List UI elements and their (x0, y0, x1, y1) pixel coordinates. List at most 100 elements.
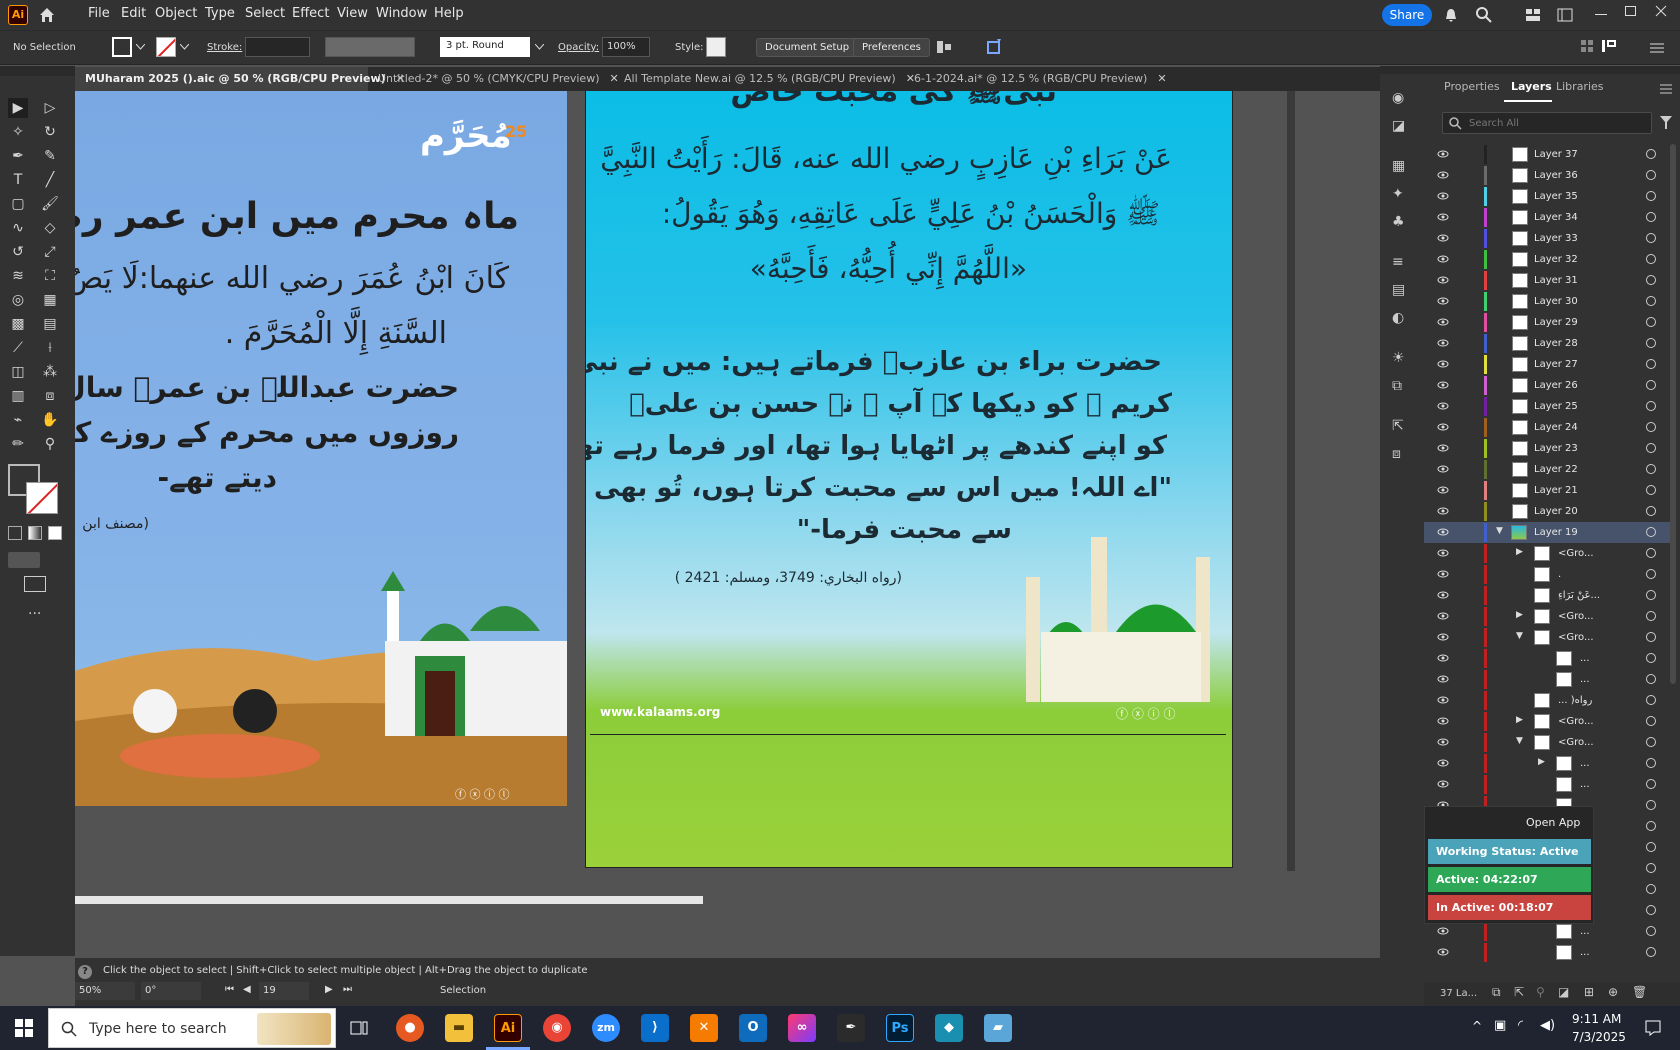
tray-wifi-icon[interactable]: ◜ (1518, 1018, 1523, 1033)
next-artboard-icon[interactable]: ▶ (325, 984, 333, 995)
panel-menu-icon[interactable] (1660, 84, 1672, 94)
sublayer-row[interactable]: ▶ <Gro... (1424, 543, 1672, 564)
curvature-tool-icon[interactable]: ✎ (40, 146, 60, 166)
gradient-panel-icon[interactable]: ▤ (1392, 282, 1412, 300)
sublayer-name[interactable]: <Gro... (1558, 737, 1594, 748)
tab-muharam-2025[interactable]: MUharam 2025 ().aic @ 50 % (RGB/CPU Prev… (75, 67, 405, 91)
target-icon[interactable] (1646, 842, 1656, 852)
tab-properties[interactable]: Properties (1444, 80, 1500, 93)
chevron-right-icon[interactable]: ▶ (1516, 715, 1523, 725)
layer-name[interactable]: Layer 20 (1534, 506, 1578, 517)
visibility-eye-icon[interactable] (1437, 337, 1449, 349)
visibility-eye-icon[interactable] (1437, 694, 1449, 706)
canvas-scrollbar-h[interactable] (75, 896, 703, 904)
menu-view[interactable]: View (337, 6, 368, 21)
layer-row[interactable]: Layer 24 (1424, 417, 1672, 438)
color-icon[interactable]: ◉ (1392, 90, 1412, 108)
sublayer-row[interactable]: ▼ <Gro... (1424, 732, 1672, 753)
visibility-eye-icon[interactable] (1437, 316, 1449, 328)
paintbrush-icon[interactable]: 🖌 (40, 194, 60, 214)
home-icon[interactable] (38, 6, 56, 24)
sublayer-row[interactable]: ▶ <Gro... (1424, 606, 1672, 627)
zoom-app-icon[interactable]: zm (592, 1014, 620, 1042)
sublayer-name[interactable]: <Gro... (1558, 716, 1594, 727)
tab-all-template-new[interactable]: All Template New.ai @ 12.5 % (RGB/CPU Pr… (614, 67, 915, 91)
arrange-panels-icon[interactable] (1580, 39, 1594, 53)
chevron-right-icon[interactable]: ▶ (1516, 547, 1523, 557)
sublayer-name[interactable]: ... (1580, 779, 1590, 790)
stroke-weight-input[interactable] (245, 37, 310, 57)
visibility-eye-icon[interactable] (1437, 505, 1449, 517)
website-link[interactable]: www.kalaams.org (600, 705, 720, 719)
visibility-eye-icon[interactable] (1437, 925, 1449, 937)
xampp-icon[interactable]: ✕ (690, 1014, 718, 1042)
layer-name[interactable]: Layer 27 (1534, 359, 1578, 370)
fill-mode-none[interactable] (48, 526, 62, 540)
column-graph-icon[interactable]: ▥ (8, 386, 28, 406)
layer-row[interactable]: Layer 32 (1424, 249, 1672, 270)
tray-monitor-icon[interactable]: ▣ (1494, 1018, 1506, 1033)
brushes-icon[interactable]: ✦ (1392, 186, 1412, 204)
type-tool-icon[interactable]: T (8, 170, 28, 190)
color-guide-icon[interactable]: ◪ (1392, 118, 1412, 136)
visibility-eye-icon[interactable] (1437, 400, 1449, 412)
layer-name[interactable]: Layer 22 (1534, 464, 1578, 475)
open-app-link[interactable]: Open App (1526, 816, 1580, 829)
chevron-right-icon[interactable]: ▶ (1516, 610, 1523, 620)
fill-swatch[interactable] (112, 37, 132, 57)
prev-artboard-icon[interactable]: ◀ (243, 984, 251, 995)
eraser-icon[interactable]: ◇ (40, 218, 60, 238)
target-icon[interactable] (1646, 317, 1656, 327)
graphic-style-swatch[interactable] (706, 37, 726, 57)
help-icon[interactable]: ? (78, 965, 92, 979)
measure-tool-icon[interactable]: ⟊ (40, 338, 60, 358)
fill-mode-gradient[interactable] (28, 526, 42, 540)
sublayer-name[interactable]: ... (1580, 947, 1590, 958)
layers-scrollbar[interactable] (1670, 144, 1676, 684)
locate-object-icon[interactable]: ⇱ (1514, 985, 1524, 999)
notification-icon[interactable] (1644, 1019, 1662, 1037)
target-icon[interactable] (1646, 926, 1656, 936)
canvas-scrollbar-v[interactable] (1287, 91, 1295, 871)
layer-row[interactable]: Layer 37 (1424, 144, 1672, 165)
direct-selection-tool-icon[interactable]: ▷ (40, 98, 60, 118)
edit-toolbar-icon[interactable]: ··· (28, 606, 41, 622)
new-sublayer-icon[interactable]: ⊞ (1584, 985, 1594, 999)
menu-effect[interactable]: Effect (292, 6, 329, 21)
sublayer-name[interactable]: ... (1580, 758, 1590, 769)
visibility-eye-icon[interactable] (1437, 211, 1449, 223)
target-icon[interactable] (1646, 800, 1656, 810)
stroke-swatch[interactable] (156, 37, 176, 57)
sublayer-name[interactable]: ... (1580, 653, 1590, 664)
tab-6-1-2024[interactable]: 6-1-2024.ai* @ 12.5 % (RGB/CPU Preview) ✕ (904, 67, 1167, 91)
sublayer-name[interactable]: ... )رواه (1558, 695, 1592, 706)
puppet-warp-icon[interactable] (985, 37, 1003, 55)
workspace-icon[interactable] (1557, 8, 1573, 22)
symbol-sprayer-icon[interactable]: ⁂ (40, 362, 60, 382)
align-icon[interactable] (935, 39, 953, 55)
tab-untitled-2[interactable]: Untitled-2* @ 50 % (CMYK/CPU Preview) ✕ (368, 67, 619, 91)
sublayer-name[interactable]: <Gro... (1558, 632, 1594, 643)
tray-chevron-icon[interactable]: ^ (1472, 1019, 1482, 1033)
visibility-eye-icon[interactable] (1437, 610, 1449, 622)
illustrator-taskbar-icon[interactable]: Ai (494, 1014, 522, 1042)
sublayer-row[interactable]: عَنْ بَرَاءِ... (1424, 585, 1672, 606)
properties-toggle-icon[interactable] (1600, 38, 1620, 54)
visibility-eye-icon[interactable] (1437, 736, 1449, 748)
artboard-right[interactable]: نبیﷺ کی محبت خاص عَنْ بَرَاءِ بْنِ عَازِ… (585, 91, 1233, 868)
more-menu-icon[interactable] (1650, 43, 1664, 53)
visibility-eye-icon[interactable] (1437, 421, 1449, 433)
target-icon[interactable] (1646, 296, 1656, 306)
target-icon[interactable] (1646, 632, 1656, 642)
illustrator-logo[interactable]: Ai (8, 5, 28, 25)
visibility-eye-icon[interactable] (1437, 232, 1449, 244)
cube-app-icon[interactable]: ◆ (935, 1014, 963, 1042)
perspective-grid-icon[interactable]: ▦ (40, 290, 60, 310)
target-icon[interactable] (1646, 212, 1656, 222)
new-layer-icon[interactable]: ⊕ (1608, 985, 1618, 999)
sublayer-name[interactable]: . (1558, 569, 1561, 580)
screen-mode-icon[interactable] (24, 576, 46, 592)
symbols-icon[interactable]: ♣ (1392, 214, 1412, 232)
layer-row[interactable]: Layer 31 (1424, 270, 1672, 291)
visibility-eye-icon[interactable] (1437, 253, 1449, 265)
